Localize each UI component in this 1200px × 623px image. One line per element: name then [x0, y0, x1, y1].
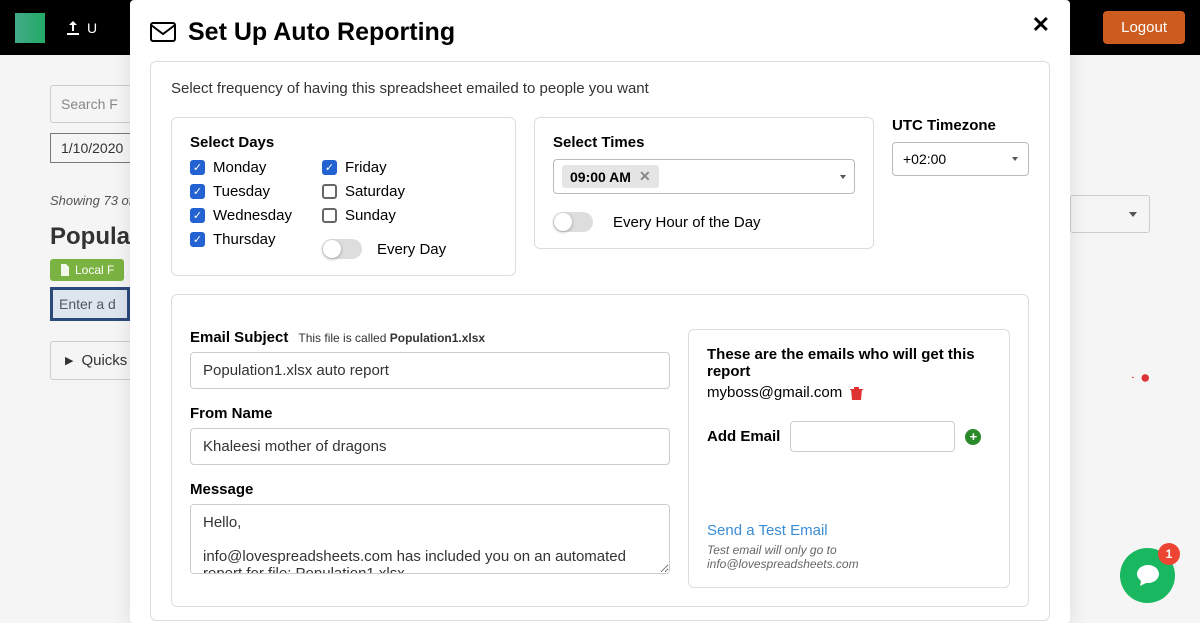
chat-icon: [1134, 562, 1162, 590]
day-saturday[interactable]: Saturday: [322, 183, 446, 200]
checkbox-checked-icon: ✓: [190, 208, 205, 223]
day-thursday[interactable]: ✓Thursday: [190, 231, 292, 248]
recipients-panel: These are the emails who will get this r…: [688, 329, 1010, 588]
from-name-label: From Name: [190, 405, 670, 422]
every-day-label: Every Day: [377, 241, 446, 258]
upload-icon: [65, 20, 81, 36]
time-select-dropdown[interactable]: 09:00 AM ✕: [553, 159, 855, 194]
from-name-input[interactable]: [190, 428, 670, 465]
select-days-label: Select Days: [190, 134, 497, 151]
every-hour-toggle[interactable]: [553, 212, 593, 232]
app-logo: [15, 13, 45, 43]
chevron-down-icon: [1012, 157, 1018, 161]
timezone-label: UTC Timezone: [892, 117, 1029, 134]
checkbox-checked-icon: ✓: [322, 160, 337, 175]
every-hour-label: Every Hour of the Day: [613, 214, 761, 231]
add-email-button[interactable]: +: [965, 429, 981, 445]
send-test-email-link[interactable]: Send a Test Email: [707, 522, 991, 539]
timezone-panel: UTC Timezone +02:00: [892, 117, 1029, 176]
checkbox-checked-icon: ✓: [190, 160, 205, 175]
modal-close-button[interactable]: ✕: [1032, 14, 1050, 36]
every-day-toggle[interactable]: [322, 239, 362, 259]
timezone-select[interactable]: +02:00: [892, 142, 1029, 176]
quickstart-row[interactable]: ▶ Quicks: [50, 341, 140, 380]
modal-title: Set Up Auto Reporting: [150, 18, 1050, 47]
file-icon: [60, 264, 70, 276]
checkbox-unchecked-icon: [322, 208, 337, 223]
test-email-note: Test email will only go to info@lovespre…: [707, 543, 991, 571]
intro-text: Select frequency of having this spreadsh…: [171, 80, 1029, 97]
message-textarea[interactable]: Hello, info@lovespreadsheets.com has inc…: [190, 504, 670, 574]
recipient-row: myboss@gmail.com: [707, 384, 991, 401]
add-email-label: Add Email: [707, 428, 780, 445]
envelope-icon: [150, 22, 176, 44]
date-input[interactable]: 1/10/2020: [50, 133, 140, 163]
description-input[interactable]: Enter a d: [50, 287, 130, 321]
email-content-panel: Email Subject This file is called Popula…: [171, 294, 1029, 607]
message-label: Message: [190, 481, 670, 498]
api-key-icon[interactable]: [1132, 370, 1150, 388]
upload-button[interactable]: U: [65, 20, 97, 36]
chat-button[interactable]: 1: [1120, 548, 1175, 603]
remove-time-button[interactable]: ✕: [639, 168, 651, 185]
chat-notification-badge: 1: [1158, 543, 1180, 565]
local-file-badge: Local F: [50, 259, 124, 281]
email-subject-input[interactable]: [190, 352, 670, 389]
select-days-panel: Select Days ✓Monday ✓Tuesday ✓Wednesday …: [171, 117, 516, 276]
auto-reporting-modal: Set Up Auto Reporting ✕ Select frequency…: [130, 0, 1070, 623]
day-friday[interactable]: ✓Friday: [322, 159, 446, 176]
add-email-input[interactable]: [790, 421, 955, 452]
day-tuesday[interactable]: ✓Tuesday: [190, 183, 292, 200]
day-monday[interactable]: ✓Monday: [190, 159, 292, 176]
day-sunday[interactable]: Sunday: [322, 207, 446, 224]
chevron-down-icon: [840, 175, 846, 179]
checkbox-checked-icon: ✓: [190, 232, 205, 247]
modal-body-panel: Select frequency of having this spreadsh…: [150, 61, 1050, 621]
bg-right-dropdown[interactable]: [1070, 195, 1150, 233]
time-chip: 09:00 AM ✕: [562, 165, 659, 188]
logout-button[interactable]: Logout: [1103, 11, 1185, 44]
delete-recipient-button[interactable]: [850, 386, 863, 400]
select-times-panel: Select Times 09:00 AM ✕ Every Hour of th…: [534, 117, 874, 249]
chevron-down-icon: [1129, 212, 1137, 217]
checkbox-unchecked-icon: [322, 184, 337, 199]
select-times-label: Select Times: [553, 134, 855, 151]
email-subject-label: Email Subject This file is called Popula…: [190, 329, 670, 346]
day-wednesday[interactable]: ✓Wednesday: [190, 207, 292, 224]
recipients-header: These are the emails who will get this r…: [707, 346, 991, 380]
checkbox-checked-icon: ✓: [190, 184, 205, 199]
trash-icon: [850, 386, 863, 400]
